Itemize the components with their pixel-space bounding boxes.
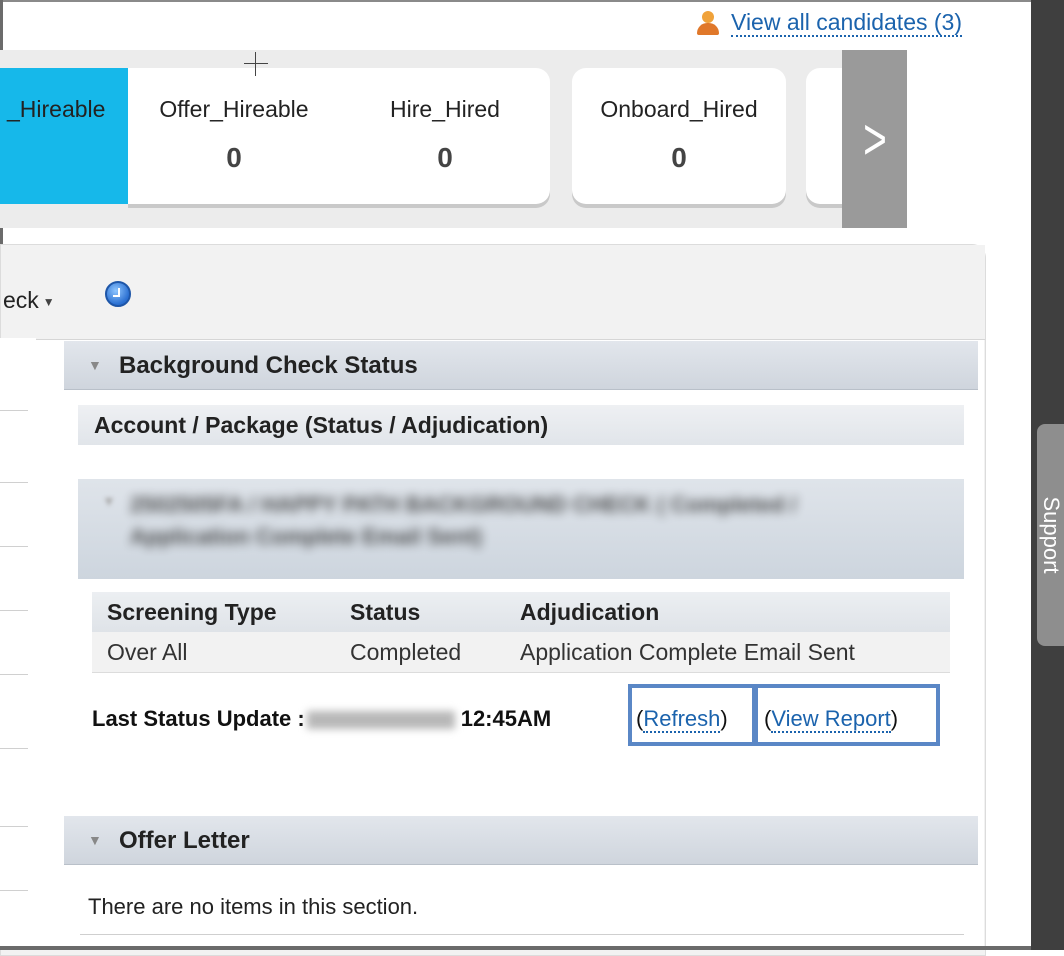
section-title: Background Check Status (119, 352, 418, 379)
table-row: Over All Completed Application Complete … (92, 632, 950, 673)
stage-card-hire-hired[interactable]: Hire_Hired 0 (340, 68, 550, 204)
crosshair-cursor-icon (244, 52, 268, 76)
chevron-right-icon: > (862, 106, 887, 172)
collapse-triangle-icon: ▼ (88, 832, 102, 848)
package-row[interactable]: ▼ 2502505FA / HAPPY PATH BACKGROUND CHEC… (78, 479, 964, 579)
package-text-blurred: 2502505FA / HAPPY PATH BACKGROUND CHECK … (130, 492, 797, 549)
support-tab-label: Support (1038, 496, 1064, 574)
blurred-date (306, 711, 455, 730)
last-status-update: Last Status Update : 12:45AM (92, 706, 551, 736)
view-report-link-wrap: (View Report) (764, 706, 899, 733)
collapse-triangle-icon: ▼ (88, 357, 102, 373)
left-list-column (0, 338, 36, 950)
support-tab[interactable]: Support (1037, 424, 1064, 646)
stage-label: Onboard_Hired (600, 96, 758, 122)
last-update-label: Last Status Update : (92, 706, 305, 731)
stage-label: Offer_Hireable (159, 96, 309, 122)
view-report-link[interactable]: View Report (771, 706, 891, 733)
stage-label: Hire_Hired (390, 96, 500, 122)
stage-card-offer-hireable[interactable]: Offer_Hireable 0 (128, 68, 341, 204)
window-bottom-border (0, 946, 1031, 950)
background-check-section-header[interactable]: ▼ Background Check Status (64, 341, 978, 390)
stage-next-button[interactable]: > (842, 50, 907, 228)
table-cell: Completed (350, 639, 462, 665)
offer-letter-section-header[interactable]: ▼ Offer Letter (64, 816, 978, 865)
caret-down-icon: ▼ (42, 294, 55, 309)
table-header-row: Screening Type Status Adjudication (92, 592, 950, 632)
stage-card-onboard-hired[interactable]: Onboard_Hired 0 (572, 68, 786, 204)
panel-toolbar: eck ▼ (1, 245, 985, 340)
column-header: Screening Type (107, 599, 277, 625)
view-all-candidates-link[interactable]: View all candidates (3) (731, 9, 962, 37)
table-cell: Over All (107, 639, 188, 665)
last-update-time: 12:45AM (460, 706, 552, 731)
stage-card-partial[interactable] (806, 68, 846, 204)
stage-count: 0 (437, 142, 453, 173)
table-cell: Application Complete Email Sent (520, 639, 855, 665)
clock-icon[interactable] (105, 281, 131, 307)
stage-count: 0 (226, 142, 242, 173)
section-title: Offer Letter (119, 827, 250, 854)
stage-card-hireable[interactable]: _Hireable (0, 68, 128, 204)
section-divider (80, 934, 964, 935)
account-package-header: Account / Package (Status / Adjudication… (78, 405, 964, 445)
refresh-link-wrap: (Refresh) (636, 706, 728, 733)
window-top-border (0, 0, 1031, 2)
stage-label: _Hireable (7, 96, 106, 122)
stage-count: 0 (671, 142, 687, 173)
screening-table: Screening Type Status Adjudication Over … (92, 592, 950, 673)
column-header: Status (350, 599, 421, 625)
stage-strip: _Hireable Offer_Hireable 0 Hire_Hired 0 … (0, 50, 907, 228)
check-menu-label: eck (3, 287, 39, 313)
offer-letter-empty-message: There are no items in this section. (88, 894, 419, 919)
refresh-link[interactable]: Refresh (643, 706, 721, 733)
account-package-label: Account / Package (Status / Adjudication… (94, 412, 549, 438)
expand-triangle-icon: ▼ (102, 493, 116, 509)
column-header: Adjudication (520, 599, 660, 625)
person-icon (695, 10, 721, 36)
check-menu-button[interactable]: eck ▼ (3, 287, 55, 314)
view-all-candidates[interactable]: View all candidates (3) (695, 8, 962, 38)
